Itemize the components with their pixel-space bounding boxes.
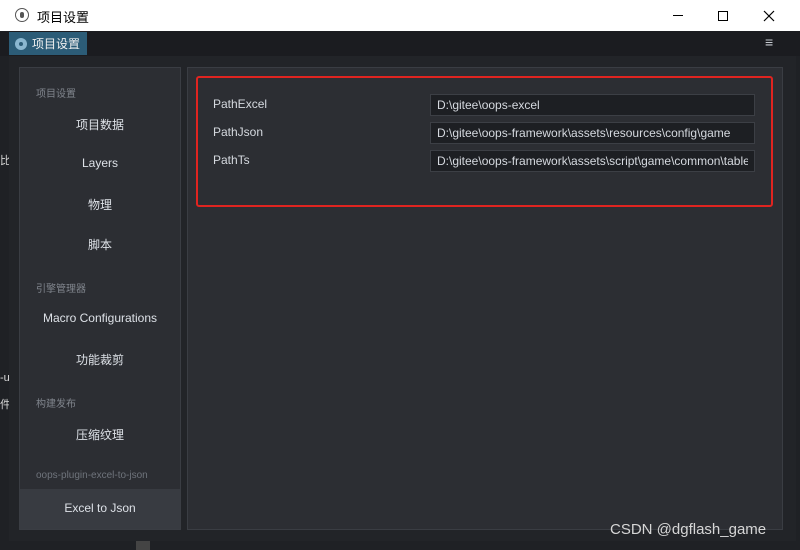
maximize-button[interactable] xyxy=(700,0,746,31)
section-title-engine: 引擎管理器 xyxy=(36,284,86,295)
sidebar-item-macro-configurations[interactable]: Macro Configurations xyxy=(20,311,180,325)
tab-project-settings[interactable]: 项目设置 xyxy=(9,32,87,55)
sidebar-item-feature-cropping[interactable]: 功能裁剪 xyxy=(20,351,180,368)
close-icon xyxy=(763,10,775,21)
sidebar-item-excel-to-json[interactable]: Excel to Json xyxy=(20,501,180,515)
path-ts-input[interactable] xyxy=(430,150,755,172)
section-title-build: 构建发布 xyxy=(36,399,76,410)
menu-icon[interactable]: ≡ xyxy=(765,34,773,50)
sidebar-item-scripts[interactable]: 脚本 xyxy=(20,236,180,253)
prop-label-path-ts: PathTs xyxy=(213,153,250,167)
minimize-button[interactable] xyxy=(655,0,701,31)
app-logo-icon xyxy=(15,8,29,22)
minimize-icon xyxy=(673,15,683,16)
prop-label-path-excel: PathExcel xyxy=(213,97,268,111)
window-title: 项目设置 xyxy=(37,10,90,25)
window-title-bar: 项目设置 xyxy=(0,0,800,31)
sidebar-item-texture-compression[interactable]: 压缩纹理 xyxy=(20,426,180,443)
close-button[interactable] xyxy=(746,0,792,31)
gear-icon xyxy=(15,37,27,50)
sidebar-item-project-data[interactable]: 项目数据 xyxy=(20,116,180,133)
settings-sidebar: 项目设置 项目数据 Layers 物理 脚本 引擎管理器 Macro Confi… xyxy=(19,67,181,530)
watermark-text: CSDN @dgflash_game xyxy=(610,521,767,538)
maximize-icon xyxy=(718,10,728,21)
tab-label: 项目设置 xyxy=(32,37,81,51)
tab-strip: 项目设置 ≡ xyxy=(0,31,800,56)
scrollbar-thumb[interactable] xyxy=(136,541,150,550)
path-json-input[interactable] xyxy=(430,122,755,144)
section-title-plugin: oops-plugin-excel-to-json xyxy=(36,470,148,481)
section-title-project: 项目设置 xyxy=(36,89,76,100)
prop-label-path-json: PathJson xyxy=(213,125,264,139)
path-excel-input[interactable] xyxy=(430,94,755,116)
sidebar-item-layers[interactable]: Layers xyxy=(20,156,180,170)
sidebar-item-physics[interactable]: 物理 xyxy=(20,196,180,213)
